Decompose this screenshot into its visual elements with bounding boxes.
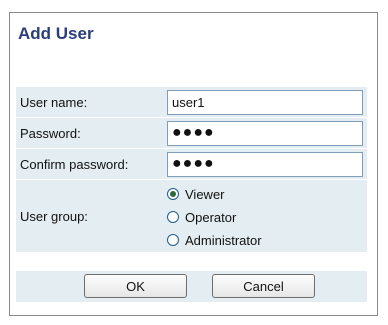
user-group-radio-list: Viewer Operator Administrator	[167, 181, 367, 252]
button-bar: OK Cancel	[16, 271, 367, 302]
user-group-row: User group: Viewer Operator Administrato…	[16, 180, 367, 252]
radio-administrator[interactable]: Administrator	[167, 229, 367, 252]
username-label: User name:	[16, 87, 164, 117]
radio-administrator-label: Administrator	[185, 232, 262, 248]
radio-unchecked-icon[interactable]	[167, 234, 179, 246]
username-row: User name:	[16, 87, 367, 117]
password-input[interactable]	[167, 120, 363, 146]
user-group-label: User group:	[16, 180, 164, 252]
confirm-password-input[interactable]	[167, 151, 363, 177]
user-form: User name: Password: Confirm password: U…	[16, 87, 367, 252]
confirm-password-row: Confirm password:	[16, 149, 367, 179]
radio-unchecked-icon[interactable]	[167, 211, 179, 223]
confirm-password-label: Confirm password:	[16, 149, 164, 179]
ok-button[interactable]: OK	[84, 274, 187, 298]
password-label: Password:	[16, 118, 164, 148]
radio-checked-icon[interactable]	[167, 188, 179, 200]
password-row: Password:	[16, 118, 367, 148]
radio-operator[interactable]: Operator	[167, 206, 367, 229]
radio-viewer[interactable]: Viewer	[167, 183, 367, 206]
cancel-button[interactable]: Cancel	[212, 274, 315, 298]
dialog-title: Add User	[18, 24, 94, 43]
radio-operator-label: Operator	[185, 209, 237, 225]
username-input[interactable]	[167, 89, 363, 115]
radio-viewer-label: Viewer	[185, 186, 225, 202]
